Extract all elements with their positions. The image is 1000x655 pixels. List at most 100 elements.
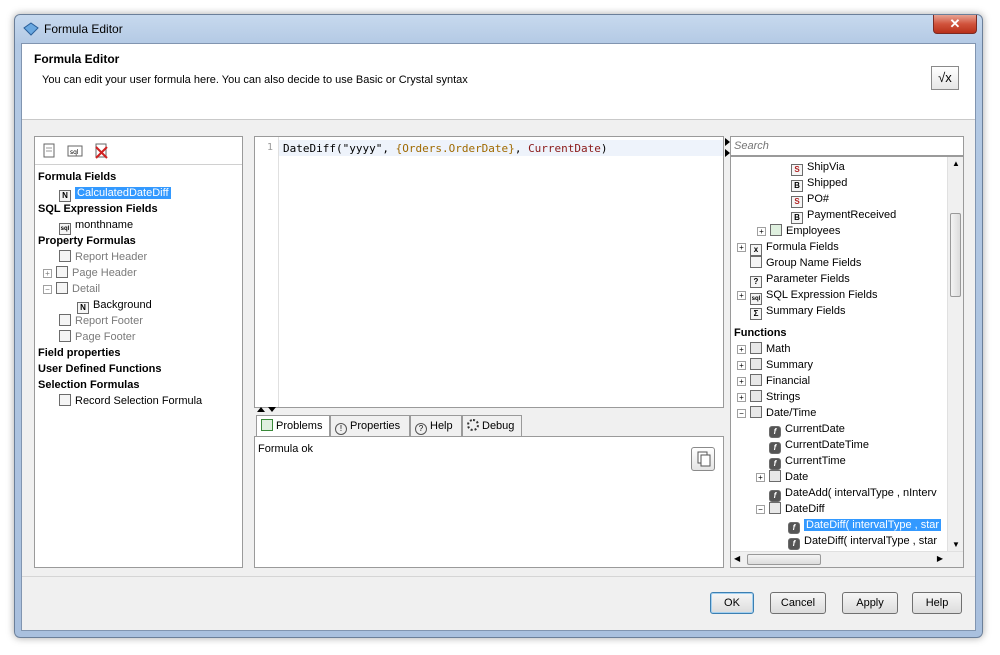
tree-item-date[interactable]: + Date — [756, 469, 808, 485]
tree-item-page-footer[interactable]: Page Footer — [59, 329, 136, 345]
collapse-icon[interactable]: − — [737, 409, 746, 418]
tree-item-sql-expression-fields[interactable]: + sql SQL Expression Fields — [737, 287, 878, 305]
tree-item-label: DateAdd( intervalType , nInterv — [785, 487, 937, 499]
tree-item-property-formulas[interactable]: Property Formulas — [38, 233, 136, 249]
tree-item-math[interactable]: + Math — [737, 341, 790, 357]
tree-item-label: Financial — [766, 375, 811, 387]
tree-item-label: Detail — [72, 283, 101, 295]
new-sql-expression-icon[interactable]: sql — [67, 143, 83, 159]
tree-item-background[interactable]: N Background — [77, 297, 152, 314]
tree-item-datediff-1[interactable]: f DateDiff( intervalType , star — [788, 517, 942, 534]
diamond-app-icon — [23, 22, 39, 36]
help-icon: ? — [415, 423, 427, 435]
tree-item-page-header[interactable]: + Page Header — [43, 265, 137, 281]
tab-properties[interactable]: ! Properties — [330, 415, 410, 437]
tree-item-report-header[interactable]: Report Header — [59, 249, 147, 265]
delete-formula-icon[interactable] — [93, 143, 109, 159]
expand-icon[interactable]: + — [757, 227, 766, 236]
scroll-up-icon[interactable]: ▲ — [952, 159, 960, 168]
expand-icon[interactable]: + — [43, 269, 52, 278]
apply-button[interactable]: Apply — [842, 592, 898, 614]
tree-item-summary-fields[interactable]: Σ Summary Fields — [750, 303, 846, 320]
expand-icon[interactable]: + — [737, 361, 746, 370]
title-bar: Formula Editor ✕ — [15, 15, 982, 43]
horizontal-scrollbar[interactable]: ◀ ▶ — [731, 551, 963, 567]
tree-item-shipvia[interactable]: S ShipVia — [791, 159, 845, 176]
close-button[interactable]: ✕ — [933, 15, 977, 34]
tree-item-detail[interactable]: − Detail — [43, 281, 100, 297]
tab-debug[interactable]: Debug — [462, 415, 522, 437]
tab-problems[interactable]: Problems — [256, 415, 330, 437]
tree-item-paymentreceived[interactable]: B PaymentReceived — [791, 207, 896, 224]
gear-icon — [467, 419, 479, 431]
tree-item-currenttime[interactable]: f CurrentTime — [769, 453, 846, 470]
tree-item-employees[interactable]: + Employees — [757, 223, 840, 239]
tree-item-datediff-2[interactable]: f DateDiff( intervalType , star — [788, 533, 937, 550]
tree-item-label: Summary Fields — [766, 305, 846, 317]
vertical-scrollbar[interactable]: ▲ ▼ — [947, 157, 963, 551]
folder-icon — [750, 342, 762, 354]
search-box[interactable] — [730, 136, 964, 156]
tree-item-shipped[interactable]: B Shipped — [791, 175, 848, 192]
new-formula-icon[interactable] — [41, 143, 57, 159]
tree-item-date-time[interactable]: − Date/Time — [737, 405, 816, 421]
tree-item-label: CurrentTime — [785, 455, 846, 467]
tree-item-sql-expression-fields[interactable]: SQL Expression Fields — [38, 201, 158, 217]
search-input[interactable] — [731, 137, 963, 155]
expand-icon[interactable]: + — [737, 291, 746, 300]
collapse-icon[interactable]: − — [756, 505, 765, 514]
tree-item-dateadd[interactable]: f DateAdd( intervalType , nInterv — [769, 485, 937, 502]
tree-item-summary[interactable]: + Summary — [737, 357, 813, 373]
expand-icon[interactable]: + — [737, 345, 746, 354]
tree-item-monthname[interactable]: sql monthname — [59, 217, 133, 235]
tree-item-user-defined-functions[interactable]: User Defined Functions — [38, 361, 161, 377]
tree-item-field-properties[interactable]: Field properties — [38, 345, 121, 361]
code-editor[interactable]: 1 DateDiff("yyyy", {Orders.OrderDate}, C… — [254, 136, 724, 408]
scroll-right-icon[interactable]: ▶ — [937, 554, 943, 563]
syntax-toggle-button[interactable]: √x — [931, 66, 959, 90]
tree-item-parameter-fields[interactable]: ? Parameter Fields — [750, 271, 850, 288]
tree-item-datediff-folder[interactable]: − DateDiff — [756, 501, 825, 517]
code-keyword: CurrentDate — [528, 142, 601, 155]
tree-item-calculateddatediff[interactable]: N CalculatedDateDiff — [59, 185, 171, 202]
tree-item-strings[interactable]: + Strings — [737, 389, 800, 405]
expand-icon[interactable]: + — [737, 243, 746, 252]
tree-item-label: Shipped — [807, 177, 848, 189]
splitter-arrows-icon[interactable] — [255, 406, 279, 414]
expand-icon[interactable]: + — [737, 377, 746, 386]
left-toolbar: sql — [35, 137, 242, 165]
page-icon — [56, 266, 68, 278]
scroll-thumb[interactable] — [747, 554, 821, 565]
header-banner: Formula Editor You can edit your user fo… — [22, 44, 975, 120]
expand-icon[interactable]: + — [737, 393, 746, 402]
tab-help[interactable]: ? Help — [410, 415, 462, 437]
collapse-icon[interactable]: − — [43, 285, 52, 294]
tree-item-label: CurrentDateTime — [785, 439, 869, 451]
tree-item-label: Strings — [766, 391, 801, 403]
tree-item-report-footer[interactable]: Report Footer — [59, 313, 143, 329]
sum-icon: Σ — [750, 308, 762, 320]
tree-item-label: PO# — [807, 193, 830, 205]
tree-item-formula-fields[interactable]: + x Formula Fields — [737, 239, 839, 256]
help-button[interactable]: Help — [912, 592, 962, 614]
tree-item-label: SQL Expression Fields — [766, 289, 878, 301]
tree-item-record-selection-formula[interactable]: Record Selection Formula — [59, 393, 202, 409]
tree-item-currentdatetime[interactable]: f CurrentDateTime — [769, 437, 869, 454]
tree-item-group-name-fields[interactable]: Group Name Fields — [750, 255, 861, 271]
expand-icon[interactable]: + — [756, 473, 765, 482]
tree-item-currentdate[interactable]: f CurrentDate — [769, 421, 845, 438]
tree-item-po[interactable]: S PO# — [791, 191, 830, 208]
tree-item-label: DateDiff( intervalType , star — [804, 519, 942, 531]
scroll-thumb[interactable] — [950, 213, 961, 297]
tree-item-selection-formulas[interactable]: Selection Formulas — [38, 377, 139, 393]
scroll-left-icon[interactable]: ◀ — [734, 554, 740, 563]
tree-item-formula-fields[interactable]: Formula Fields — [38, 169, 116, 185]
copy-button[interactable] — [691, 447, 715, 471]
scroll-down-icon[interactable]: ▼ — [952, 540, 960, 549]
tree-item-label: DateDiff — [785, 503, 825, 515]
header-subtitle: You can edit your user formula here. You… — [42, 74, 468, 86]
cancel-button[interactable]: Cancel — [770, 592, 826, 614]
ok-button[interactable]: OK — [710, 592, 754, 614]
tree-item-financial[interactable]: + Financial — [737, 373, 810, 389]
field-explorer-tree: S ShipVia B Shipped S PO# B PaymentReceived … — [730, 156, 964, 568]
